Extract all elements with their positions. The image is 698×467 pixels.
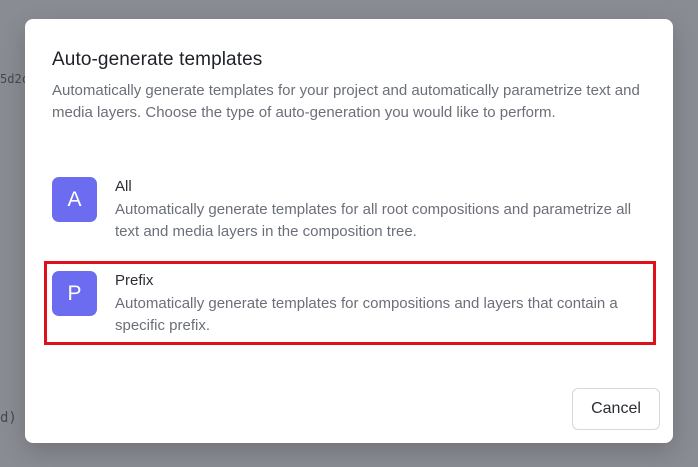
auto-generate-dialog: Auto-generate templates Automatically ge… — [25, 19, 673, 443]
option-description: Automatically generate templates for all… — [115, 201, 632, 240]
cancel-button[interactable]: Cancel — [572, 388, 660, 430]
dialog-title: Auto-generate templates — [52, 49, 263, 70]
option-badge-a: A — [52, 177, 97, 222]
highlight-box — [44, 261, 656, 345]
option-all[interactable]: A All Automatically generate templates f… — [52, 177, 652, 247]
option-title: All — [115, 178, 132, 195]
dialog-description: Automatically generate templates for you… — [52, 82, 640, 121]
